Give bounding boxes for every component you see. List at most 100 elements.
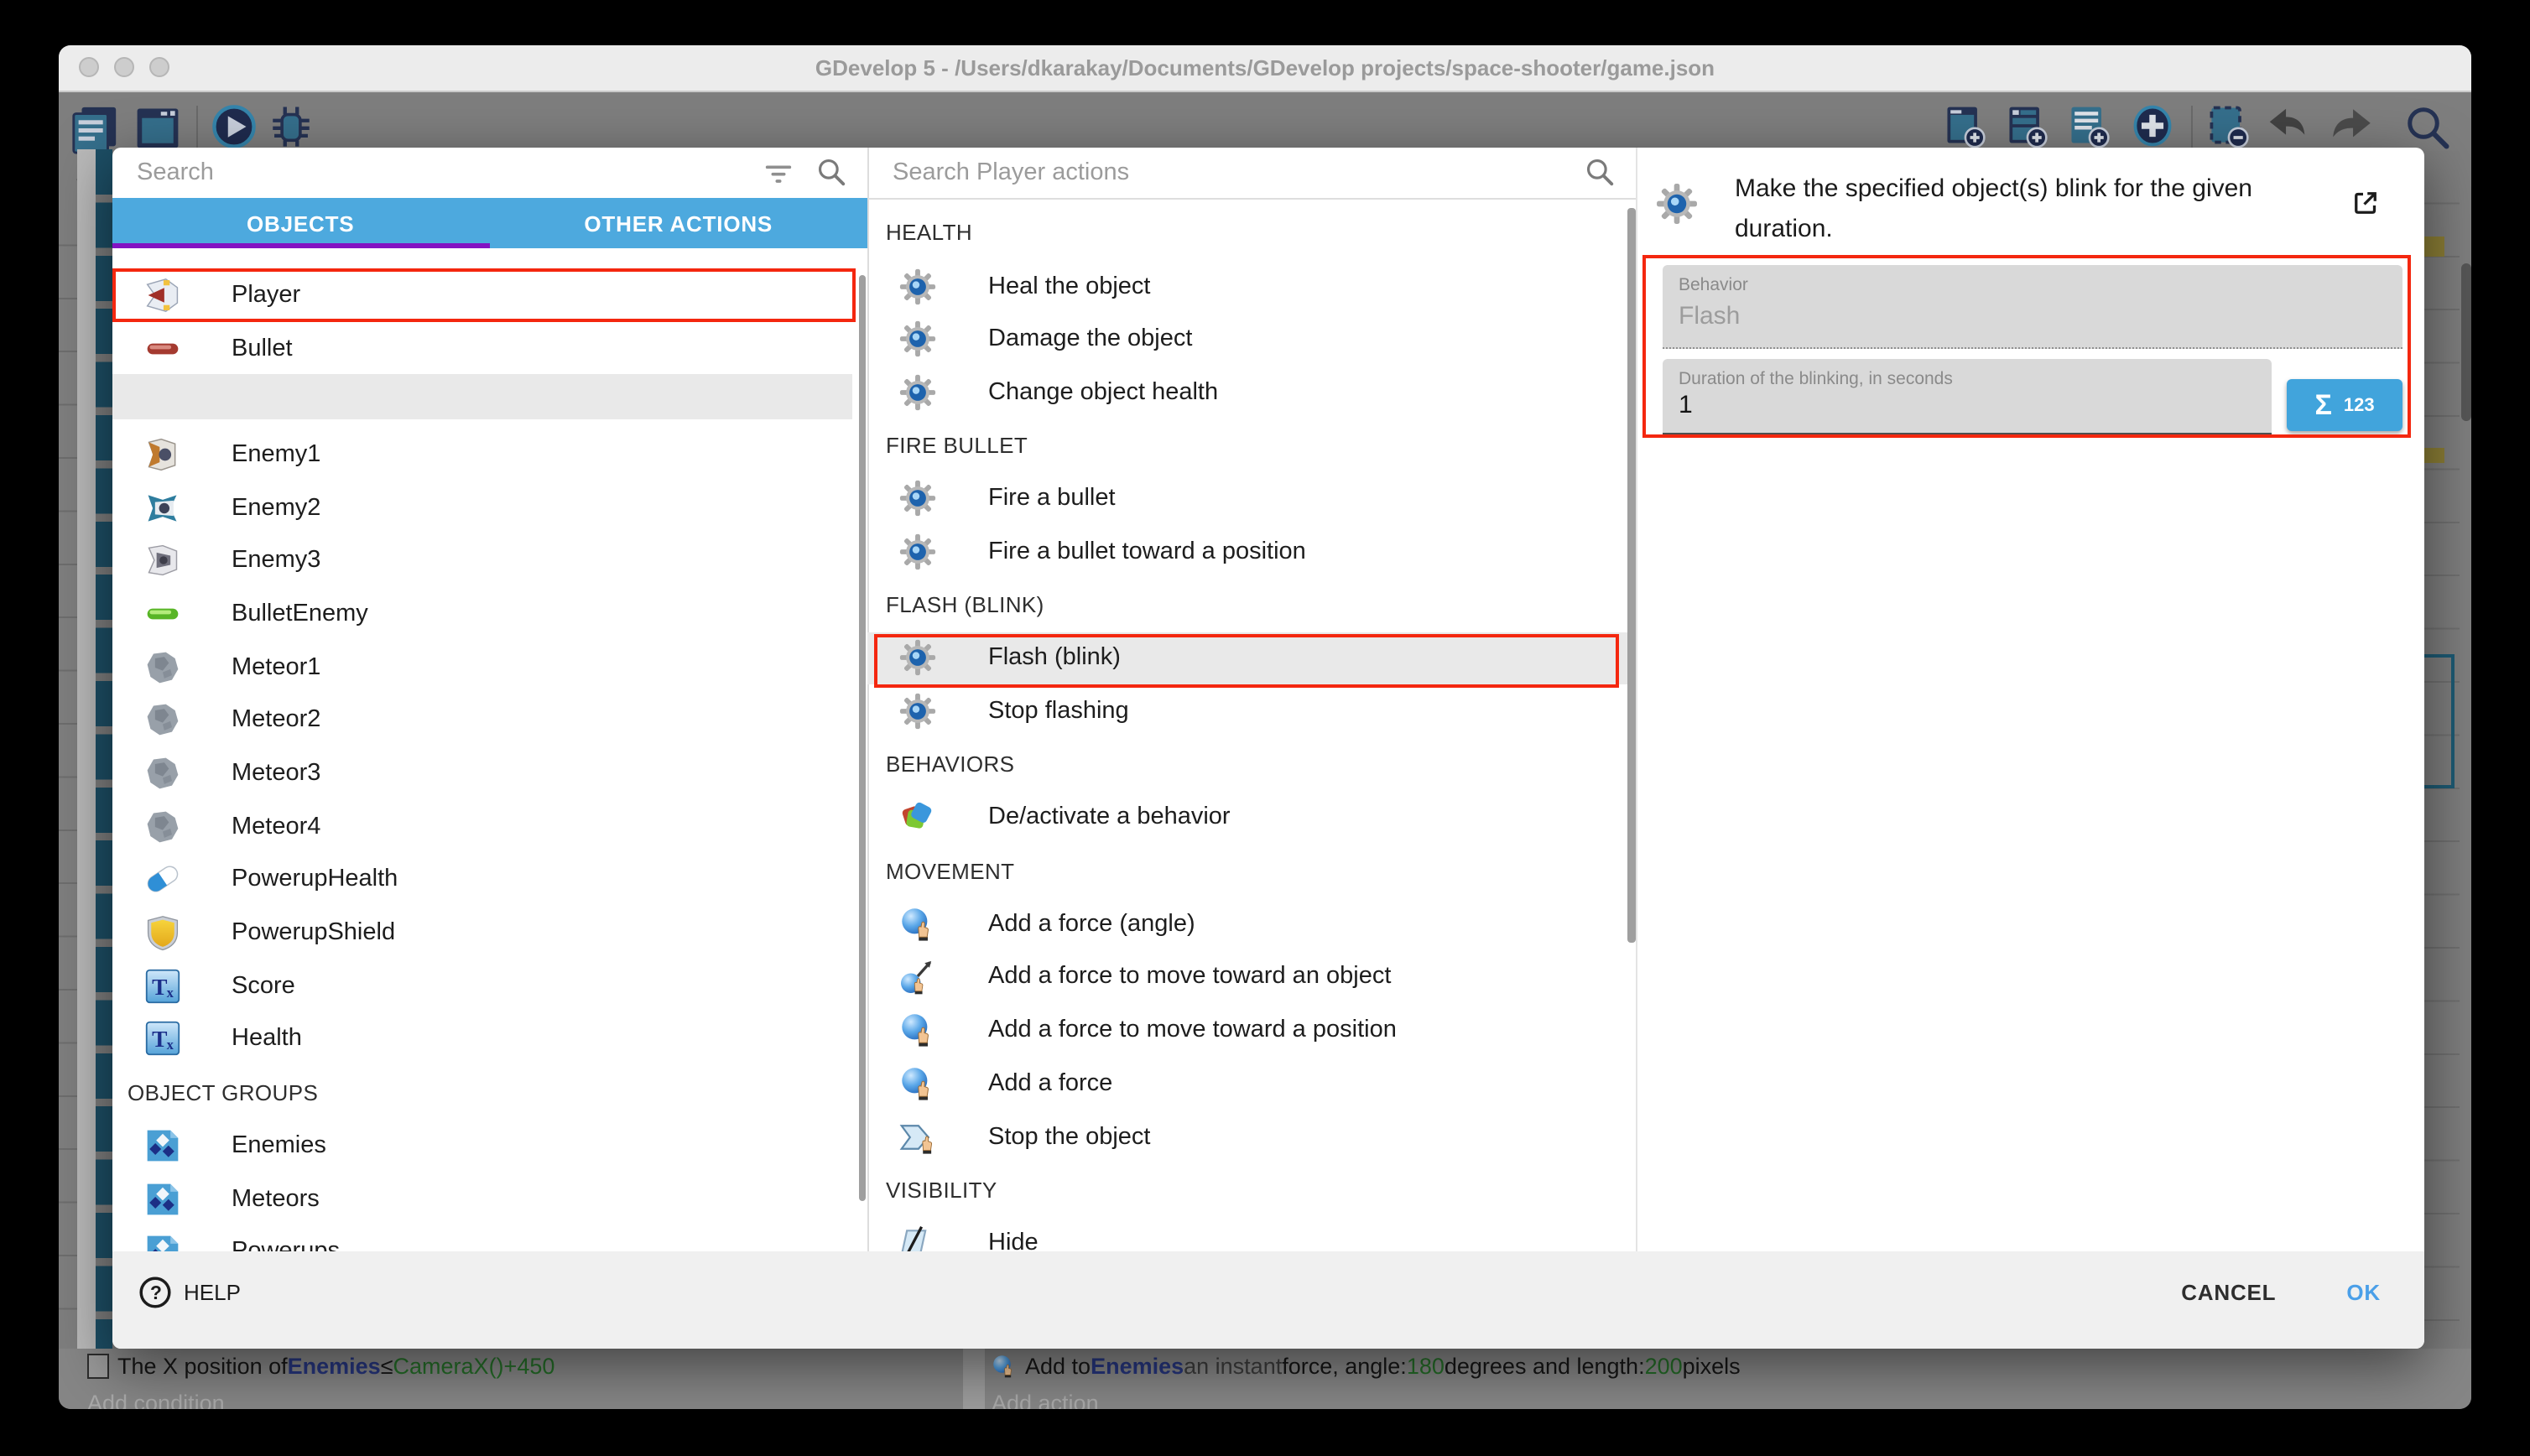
gear-icon: [899, 268, 936, 304]
object-row-meteor1[interactable]: Meteor1: [112, 641, 867, 694]
add-external-layout-icon[interactable]: [2065, 101, 2112, 148]
event-condition[interactable]: The X position of Enemies ≤ CameraX()+45…: [87, 1353, 554, 1378]
add-action-link[interactable]: Add action: [992, 1390, 1099, 1409]
behavior-field[interactable]: Behavior Flash: [1662, 264, 2402, 348]
action-row-fire-bullet-position[interactable]: Fire a bullet toward a position: [867, 525, 1636, 578]
object-row-bulletenemy[interactable]: BulletEnemy: [112, 587, 867, 640]
stop-object-icon: [899, 1118, 936, 1155]
object-row-bullet[interactable]: Bullet: [112, 321, 867, 374]
object-row-poweruphealth[interactable]: PowerupHealth: [112, 853, 867, 906]
action-length-value: 200: [1645, 1353, 1683, 1378]
gear-icon: [899, 374, 936, 411]
object-label: Bullet: [232, 335, 293, 361]
debug-icon[interactable]: [267, 101, 315, 150]
event-sheet-event-blocks: [95, 148, 112, 1409]
object-row-score[interactable]: Score: [112, 959, 867, 1012]
action-object: Enemies: [1091, 1353, 1184, 1378]
scene-editor-icon[interactable]: [133, 101, 183, 152]
ok-button[interactable]: OK: [2346, 1280, 2381, 1305]
object-row-health[interactable]: Health: [112, 1012, 867, 1065]
add-condition-link[interactable]: Add condition: [87, 1390, 225, 1409]
redo-icon[interactable]: [2325, 101, 2377, 153]
help-button[interactable]: HELP: [137, 1275, 241, 1310]
section-header-fire-bullet: FIRE BULLET: [867, 419, 1636, 472]
enemy3-ship-icon: [144, 543, 181, 580]
object-row-enemy2[interactable]: Enemy2: [112, 481, 867, 534]
condition-checkbox-icon[interactable]: [87, 1353, 109, 1378]
help-label: HELP: [184, 1280, 241, 1305]
object-row-player[interactable]: Player: [112, 268, 867, 321]
action-label: Heal the object: [988, 273, 1150, 299]
open-in-new-icon[interactable]: [2350, 187, 2381, 217]
action-label: Stop flashing: [988, 698, 1129, 725]
action-row-fire-bullet[interactable]: Fire a bullet: [867, 472, 1636, 525]
object-row-meteor4[interactable]: Meteor4: [112, 800, 867, 853]
action-row-heal[interactable]: Heal the object: [867, 259, 1636, 312]
object-label: Meteor1: [232, 653, 320, 680]
event-action[interactable]: Add to Enemies an instant force, angle: …: [992, 1353, 1741, 1378]
object-row-enemy3[interactable]: Enemy3: [112, 534, 867, 587]
action-label: Damage the object: [988, 325, 1192, 352]
object-row-enemy1[interactable]: Enemy1: [112, 428, 867, 481]
search-icon[interactable]: [2402, 101, 2453, 152]
objects-search-field[interactable]: Search: [112, 147, 867, 200]
objects-scrollbar[interactable]: [858, 274, 866, 1200]
tab-other-actions[interactable]: OTHER ACTIONS: [490, 198, 868, 248]
action-row-stop-flashing[interactable]: Stop flashing: [867, 684, 1636, 737]
object-row-meteor2[interactable]: Meteor2: [112, 694, 867, 746]
action-row-flash-blink[interactable]: Flash (blink): [867, 632, 1636, 684]
action-row-force-toward-position[interactable]: Add a force to move toward a position: [867, 1004, 1636, 1057]
action-text: an instant: [1184, 1353, 1282, 1378]
object-row-meteor3[interactable]: Meteor3: [112, 746, 867, 799]
actions-search-field[interactable]: Search Player actions: [867, 147, 1636, 200]
meteor-icon: [144, 808, 181, 845]
add-resource-icon[interactable]: [2129, 101, 2176, 148]
event-sheet-left-gutter: [59, 192, 77, 1349]
object-row-powerupshield[interactable]: PowerupShield: [112, 907, 867, 959]
action-row-change-health[interactable]: Change object health: [867, 366, 1636, 419]
pill-icon: [144, 861, 181, 898]
undo-icon[interactable]: [2263, 101, 2312, 150]
action-row-force-toward-object[interactable]: Add a force to move toward an object: [867, 950, 1636, 1003]
search-icon[interactable]: [1584, 157, 1616, 189]
behavior-icon: [899, 799, 936, 836]
enemy2-ship-icon: [144, 489, 181, 526]
group-row-powerups[interactable]: Powerups: [112, 1225, 867, 1251]
meteor-icon: [144, 755, 181, 792]
event-sheet-scrollbar[interactable]: [2461, 263, 2471, 420]
action-label: Stop the object: [988, 1123, 1151, 1150]
objects-search-placeholder: Search: [137, 159, 762, 186]
remove-tab-icon[interactable]: [2205, 101, 2251, 148]
actions-scrollbar[interactable]: [1627, 207, 1635, 942]
filter-icon[interactable]: [762, 156, 795, 190]
object-label: Meteor4: [232, 813, 320, 840]
expression-editor-button[interactable]: Σ 123: [2287, 379, 2402, 431]
play-icon[interactable]: [210, 101, 258, 150]
tab-other-actions-label: OTHER ACTIONS: [584, 211, 773, 236]
cancel-button[interactable]: CANCEL: [2181, 1280, 2276, 1305]
action-label: Add a force to move toward a position: [988, 1017, 1397, 1043]
shield-icon: [144, 914, 181, 951]
action-row-add-force-angle[interactable]: Add a force (angle): [867, 897, 1636, 950]
duration-field[interactable]: Duration of the blinking, in seconds 1: [1662, 358, 2272, 434]
group-row-meteors[interactable]: Meteors: [112, 1172, 867, 1225]
behavior-field-label: Behavior: [1679, 274, 1748, 294]
search-icon[interactable]: [815, 157, 847, 189]
action-label: Add a force: [988, 1070, 1112, 1097]
tab-objects[interactable]: OBJECTS: [112, 198, 490, 248]
add-scene-icon[interactable]: [1941, 101, 1988, 148]
action-row-stop-object[interactable]: Stop the object: [867, 1110, 1636, 1162]
action-row-damage[interactable]: Damage the object: [867, 313, 1636, 366]
app-window: GDevelop 5 - /Users/dkarakay/Documents/G…: [59, 44, 2471, 1409]
action-row-add-force[interactable]: Add a force: [867, 1057, 1636, 1110]
event-sheet-bottom-row: The X position of Enemies ≤ CameraX()+45…: [59, 1348, 2471, 1409]
duration-field-label: Duration of the blinking, in seconds: [1679, 368, 1953, 388]
action-row-hide[interactable]: Hide: [867, 1216, 1636, 1251]
action-text: degrees and length:: [1445, 1353, 1645, 1378]
action-row-deactivate-behavior[interactable]: De/activate a behavior: [867, 791, 1636, 844]
add-external-events-icon[interactable]: [2003, 101, 2050, 148]
action-text: pixels: [1683, 1353, 1741, 1378]
event-selection-outline: [2424, 653, 2455, 788]
project-manager-icon[interactable]: [69, 101, 121, 153]
group-row-enemies[interactable]: Enemies: [112, 1119, 867, 1172]
